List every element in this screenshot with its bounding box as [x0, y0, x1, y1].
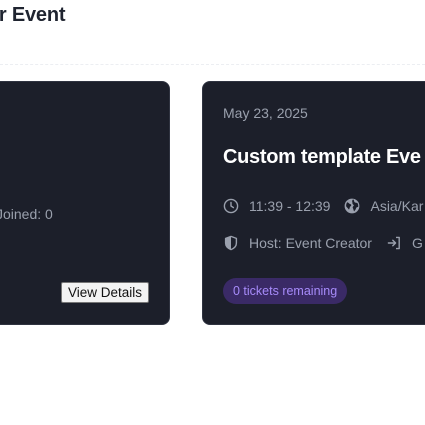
event-host-text: Host: Event Creator [249, 235, 372, 251]
view-details-button[interactable]: View Details [61, 282, 150, 303]
event-meta-row-host: Host: Event Creator G [223, 235, 425, 251]
section-title: er Event [0, 4, 66, 26]
event-join-text: G [411, 235, 423, 251]
event-time-text: 11:39 - 12:39 [249, 198, 331, 214]
event-timezone-text: Asia/Kar [370, 198, 424, 214]
event-time: 11:39 - 12:39 [223, 198, 330, 214]
events-page: er Event Joined: 0 View Details May 23, … [0, 0, 425, 425]
event-meta-row-time: 11:39 - 12:39 Asia/Kar [223, 198, 425, 214]
clock-icon [223, 198, 239, 214]
shield-icon [223, 235, 239, 251]
event-card-left: Joined: 0 View Details [0, 81, 170, 325]
event-title: Custom template Eve [223, 146, 421, 168]
event-join: G [386, 235, 423, 251]
event-host: Host: Event Creator [223, 235, 372, 251]
joined-count: Joined: 0 [0, 206, 53, 222]
event-timezone: Asia/Kar [344, 198, 423, 214]
event-date: May 23, 2025 [223, 105, 308, 121]
section-divider [0, 64, 425, 65]
globe-icon [344, 198, 360, 214]
sign-in-icon [386, 235, 402, 251]
tickets-remaining-badge: 0 tickets remaining [223, 278, 348, 304]
event-card[interactable]: May 23, 2025 Custom template Eve 11:39 -… [202, 81, 425, 325]
